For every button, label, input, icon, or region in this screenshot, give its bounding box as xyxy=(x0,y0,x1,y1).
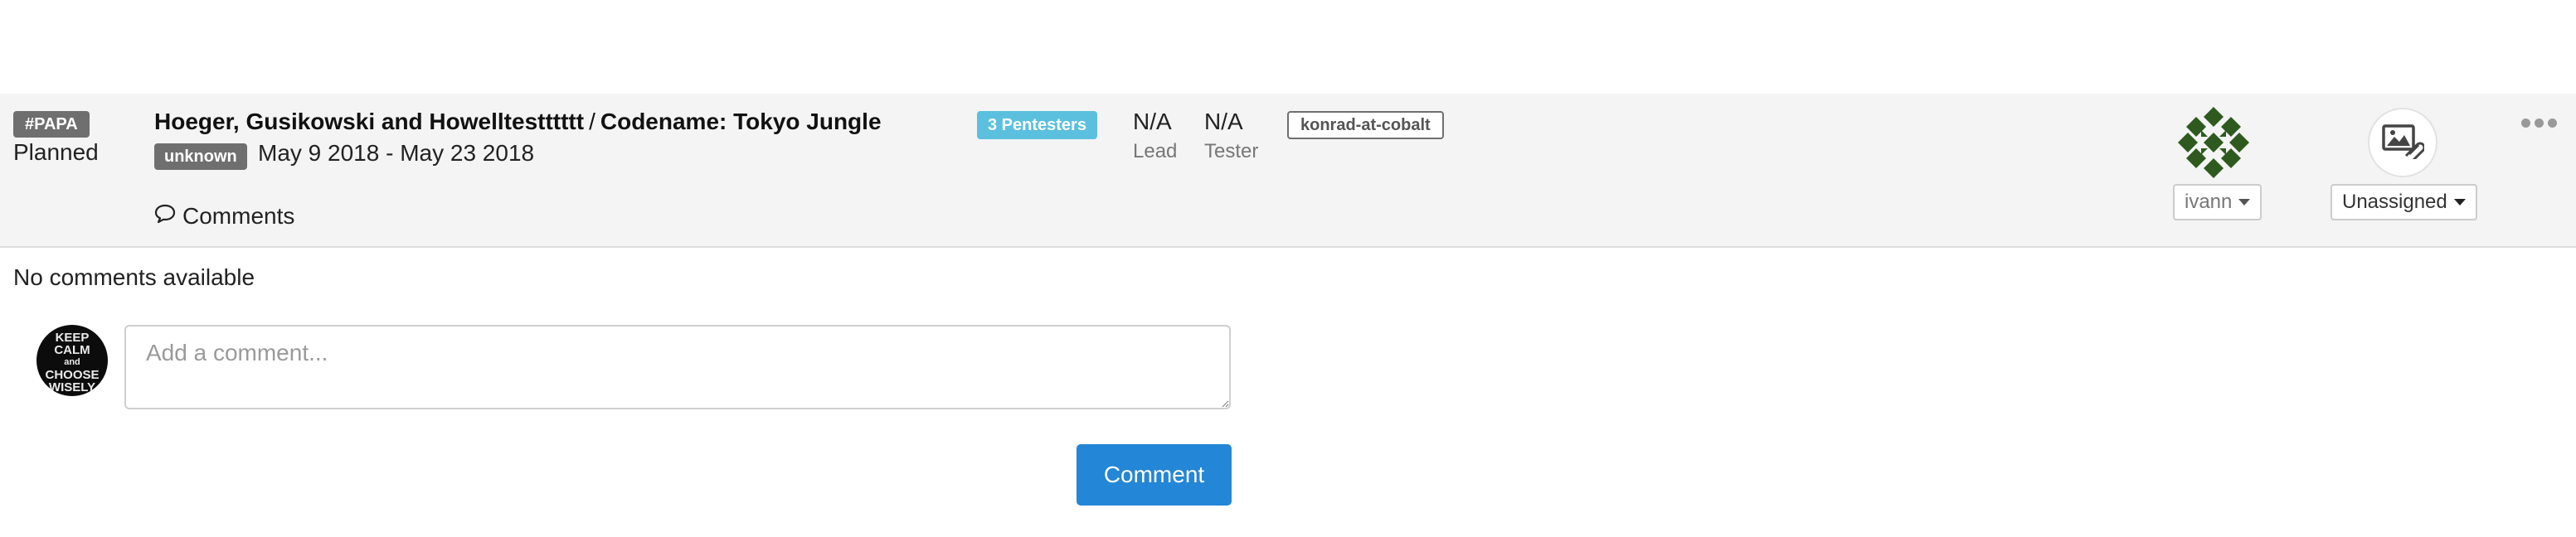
ellipsis-dot xyxy=(2521,119,2530,128)
tester-block: N/A Tester xyxy=(1204,109,1258,163)
project-codename[interactable]: Codename: Tokyo Jungle xyxy=(600,109,882,134)
project-id-badge: #PAPA xyxy=(13,111,90,138)
avatar-text-line: and xyxy=(64,357,80,367)
comments-toggle-link[interactable]: Comments xyxy=(154,203,294,230)
avatar-text-line: CHOOSE xyxy=(45,368,100,382)
comment-submit-button[interactable]: Comment xyxy=(1077,444,1232,506)
current-user-avatar: KEEP CALM and CHOOSE WISELY xyxy=(36,325,108,396)
assignee-dropdown[interactable]: Unassigned xyxy=(2331,184,2477,220)
attachment-button[interactable] xyxy=(2368,108,2437,177)
customer-handle-badge[interactable]: konrad-at-cobalt xyxy=(1287,111,1444,139)
caret-down-icon xyxy=(2453,199,2466,206)
assignee-dropdown-label: Unassigned xyxy=(2342,191,2447,213)
avatar-text-line: WISELY xyxy=(48,380,96,394)
caret-down-icon xyxy=(2238,199,2251,206)
comments-link-label: Comments xyxy=(182,203,295,229)
project-org[interactable]: Hoeger, Gusikowski and Howelltestttttt xyxy=(154,109,584,134)
project-type-badge: unknown xyxy=(154,143,247,170)
owner-dropdown[interactable]: ivann xyxy=(2173,184,2263,220)
lead-block: N/A Lead xyxy=(1133,109,1177,163)
ellipsis-icon[interactable] xyxy=(2521,119,2557,128)
ellipsis-dot xyxy=(2535,119,2544,128)
lead-label: Lead xyxy=(1133,140,1178,162)
tester-value: N/A xyxy=(1204,109,1243,134)
project-title[interactable]: Hoeger, Gusikowski and Howelltestttttt / C… xyxy=(154,109,882,135)
speech-bubble-icon xyxy=(154,203,176,230)
project-row: #PAPA Planned Hoeger, Gusikowski and How… xyxy=(0,94,2576,248)
avatar-text-line: CALM xyxy=(54,343,90,357)
project-date-range: May 9 2018 - May 23 2018 xyxy=(258,140,535,166)
no-comments-message: No comments available xyxy=(13,264,255,290)
lead-value: N/A xyxy=(1133,109,1172,134)
pentesters-badge[interactable]: 3 Pentesters xyxy=(977,111,1097,139)
image-attachment-icon xyxy=(2381,123,2426,163)
tester-label: Tester xyxy=(1204,140,1259,162)
owner-dropdown-label: ivann xyxy=(2185,191,2233,213)
title-separator: / xyxy=(589,109,595,134)
comment-input[interactable] xyxy=(124,325,1231,409)
ellipsis-dot xyxy=(2548,119,2557,128)
avatar-text-line: KEEP xyxy=(55,331,90,345)
owner-identicon-avatar xyxy=(2178,107,2249,178)
project-status: Planned xyxy=(13,139,99,165)
